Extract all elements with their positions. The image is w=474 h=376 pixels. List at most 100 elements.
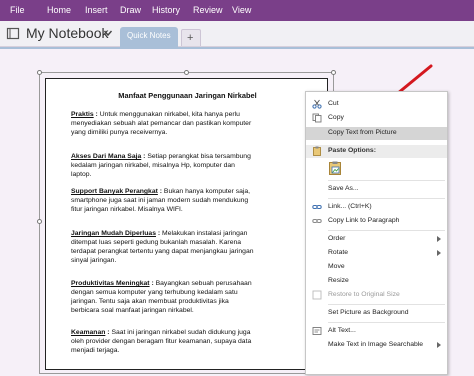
picture-paragraph-line: smartphone juga saat ini jaman modern su… [71, 196, 307, 205]
paste-picture-icon [329, 161, 341, 175]
picture-paragraph: Produktivitas Meningkat : Bayangkan sebu… [71, 279, 307, 315]
picture-paragraph-text: dengan semua komputer yang terhubung ked… [71, 289, 238, 296]
picture-paragraph-text: Bayangkan sebuah perusahaan [155, 280, 252, 287]
picture-paragraph-line: berbicara soal manfaat jaringan nirkabel… [71, 306, 307, 315]
menu-item-resize[interactable]: Resize [306, 275, 447, 288]
picture-paragraph-text: Saat ini jaringan nirkabel sudah didukun… [111, 329, 251, 336]
ribbon-tab-home[interactable]: Home [47, 4, 71, 16]
menu-item-label: Order [328, 235, 346, 242]
paste-options-header: Paste Options: [306, 145, 447, 158]
menu-item-order[interactable]: Order [306, 233, 447, 246]
ribbon-tab-review[interactable]: Review [193, 4, 223, 16]
menu-item-label: Copy Link to Paragraph [328, 217, 400, 224]
picture-paragraph-line: terdapat perangkat tertentu yang dapat m… [71, 247, 307, 256]
picture-paragraph-heading: Praktis [71, 111, 94, 118]
picture-paragraph-line: menyediakan sebuah alat pemancar dan pas… [71, 119, 307, 128]
picture-paragraph-text: kedalam jaringan nirkabel, misalnya Hp, … [71, 162, 235, 169]
picture-paragraph-text: Untuk menggunakan nirkabel, kita hanya p… [99, 111, 240, 118]
picture-title: Manfaat Penggunaan Jaringan Nirkabel [118, 91, 257, 100]
ribbon-tab-history[interactable]: History [152, 4, 180, 16]
picture-paragraph-line: Praktis : Untuk menggunakan nirkabel, ki… [71, 110, 307, 119]
picture-paragraph: Praktis : Untuk menggunakan nirkabel, ki… [71, 110, 307, 137]
ribbon-tab-insert[interactable]: Insert [85, 4, 108, 16]
picture-paragraph-text: Melakukan instalasi jaringan [162, 230, 248, 237]
picture-paragraph-heading: Support Banyak Perangkat [71, 188, 158, 195]
picture-paragraph-text: yang dimiliki punya receivernya. [71, 129, 168, 136]
chevron-right-icon [437, 342, 441, 348]
picture-paragraph-heading: Akses Dari Mana Saja [71, 153, 142, 160]
menu-separator [328, 230, 445, 231]
picture-paragraph-text: laptop. [71, 171, 92, 178]
menu-item-alt-text[interactable]: Alt Text... [306, 325, 447, 338]
menu-item-link[interactable]: Link... (Ctrl+K) [306, 201, 447, 214]
resize-handle-top[interactable] [184, 70, 189, 75]
menu-item-make-text-searchable[interactable]: Make Text in Image Searchable [306, 339, 447, 352]
notebook-title[interactable]: My Notebook [26, 25, 108, 42]
picture-paragraph-line: ditempat luas seperti gedung bukanlah ma… [71, 238, 307, 247]
picture-paragraph-text: Setiap perangkat bisa tersambung [147, 153, 251, 160]
menu-item-label: Restore to Original Size [328, 291, 400, 298]
picture-paragraph-heading: Jaringan Mudah Diperluas [71, 230, 156, 237]
menu-item-copy[interactable]: Copy [306, 112, 447, 125]
ribbon-tab-view[interactable]: View [232, 4, 251, 16]
picture-paragraph-line: Jaringan Mudah Diperluas : Melakukan ins… [71, 229, 307, 238]
menu-separator [328, 198, 445, 199]
link-icon [312, 205, 322, 209]
scissors-icon [312, 99, 322, 109]
picture-paragraph-line: sinyal jaringan. [71, 256, 307, 265]
ribbon-tab-file[interactable]: File [10, 4, 25, 16]
menu-item-label: Cut [328, 100, 339, 107]
menu-item-save-as[interactable]: Save As... [306, 183, 447, 196]
picture-paragraph: Support Banyak Perangkat : Bukan hanya k… [71, 187, 307, 214]
link-icon [312, 219, 322, 223]
menu-item-label: Rotate [328, 249, 349, 256]
alt-text-icon [312, 327, 322, 335]
ribbon-tab-draw[interactable]: Draw [120, 4, 141, 16]
notebook-header: My Notebook Quick Notes + [0, 21, 474, 47]
chevron-right-icon [437, 250, 441, 256]
menu-item-set-picture-as-background[interactable]: Set Picture as Background [306, 307, 447, 320]
picture-paragraph-text: oleh provider dengan beragam fitur keama… [71, 338, 252, 345]
menu-item-restore-original-size[interactable]: Restore to Original Size [306, 289, 447, 302]
menu-item-copy-link-to-paragraph[interactable]: Copy Link to Paragraph [306, 215, 447, 228]
clipboard-icon [313, 146, 321, 156]
resize-handle-top-left[interactable] [37, 70, 42, 75]
picture-paragraph-line: fitur jaringan nirkabel. Misalnya WIFI. [71, 205, 307, 214]
resize-handle-left[interactable] [37, 219, 42, 224]
picture-paragraph-text: menjadi terjaga. [71, 347, 120, 354]
paste-option-picture-button[interactable] [306, 160, 447, 178]
picture-paragraph-text: sinyal jaringan. [71, 257, 117, 264]
picture-paragraph-line: dengan semua komputer yang terhubung ked… [71, 288, 307, 297]
resize-handle-top-right[interactable] [331, 70, 336, 75]
add-section-button[interactable]: + [181, 29, 201, 46]
inserted-picture[interactable]: Manfaat Penggunaan Jaringan Nirkabel Pra… [45, 78, 328, 370]
menu-item-label: Move [328, 263, 345, 270]
menu-item-cut[interactable]: Cut [306, 98, 447, 111]
picture-paragraph-text: fitur jaringan nirkabel. Misalnya WIFI. [71, 206, 183, 213]
menu-item-move[interactable]: Move [306, 261, 447, 274]
picture-paragraph-heading: Produktivitas Meningkat [71, 280, 150, 287]
picture-paragraph-text: menyediakan sebuah alat pemancar dan pas… [71, 120, 252, 127]
notebook-icon [6, 27, 20, 40]
picture-paragraph: Keamanan : Saat ini jaringan nirkabel su… [71, 328, 307, 355]
menu-separator [328, 304, 445, 305]
picture-paragraph-line: Akses Dari Mana Saja : Setiap perangkat … [71, 152, 307, 161]
menu-item-rotate[interactable]: Rotate [306, 247, 447, 260]
menu-item-copy-text-from-picture[interactable]: Copy Text from Picture [306, 127, 447, 140]
picture-paragraph-line: kedalam jaringan nirkabel, misalnya Hp, … [71, 161, 307, 170]
picture-paragraph-line: laptop. [71, 170, 307, 179]
picture-paragraph-line: Support Banyak Perangkat : Bukan hanya k… [71, 187, 307, 196]
restore-size-icon [312, 290, 322, 300]
chevron-down-icon[interactable] [103, 28, 113, 38]
picture-paragraph-line: Keamanan : Saat ini jaringan nirkabel su… [71, 328, 307, 337]
picture-paragraph-text: ditempat luas seperti gedung bukanlah ma… [71, 239, 242, 246]
picture-paragraph-text: Bukan hanya komputer saja, [163, 188, 251, 195]
picture-paragraph-line: Produktivitas Meningkat : Bayangkan sebu… [71, 279, 307, 288]
picture-paragraph-line: menjadi terjaga. [71, 346, 307, 355]
picture-paragraph-text: terdapat perangkat tertentu yang dapat m… [71, 248, 254, 255]
menu-item-label: Set Picture as Background [328, 309, 409, 316]
plus-icon: + [187, 32, 194, 44]
picture-paragraph-line: jaringan. Tentu saja akan membuat produk… [71, 297, 307, 306]
section-tab-quick-notes[interactable]: Quick Notes [120, 27, 178, 47]
picture-paragraph-text: smartphone juga saat ini jaman modern su… [71, 197, 249, 204]
